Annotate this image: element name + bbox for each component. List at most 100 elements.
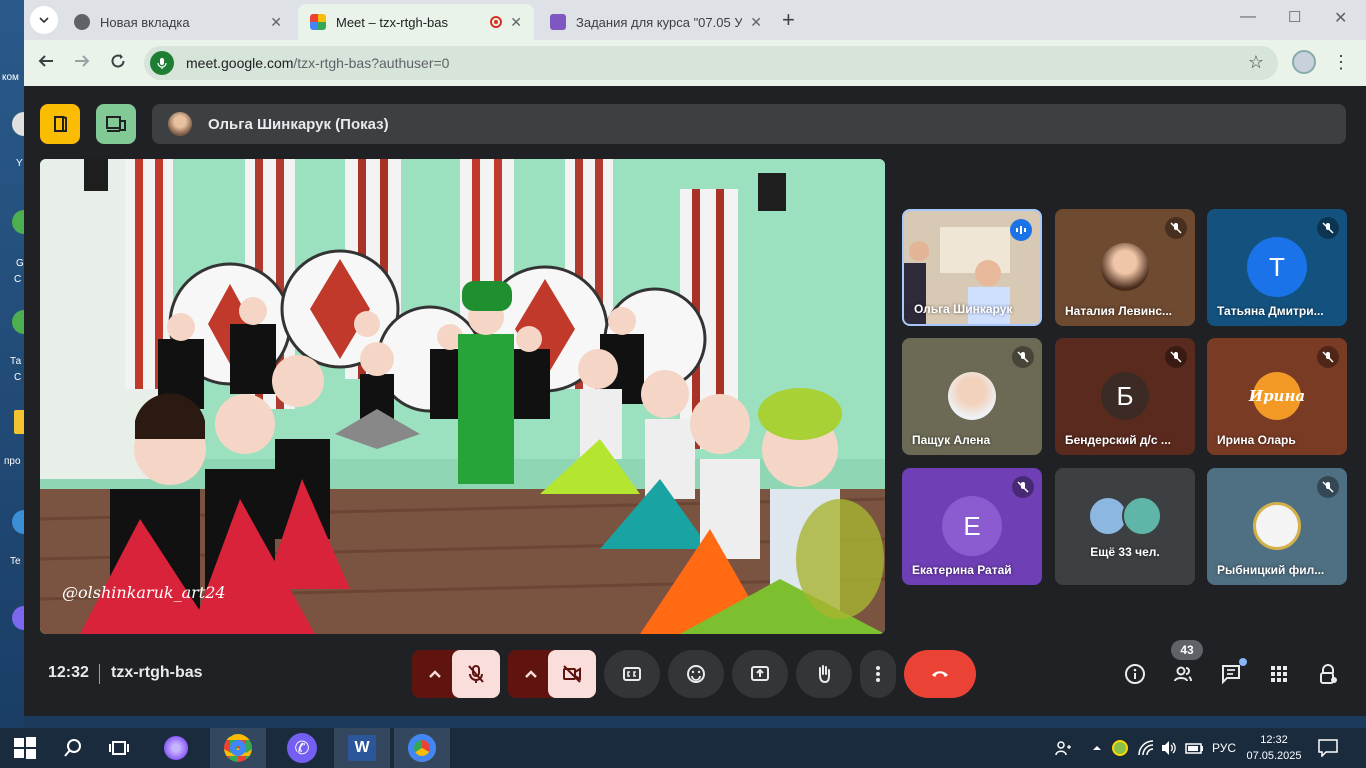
taskbar-word[interactable]: W — [334, 728, 390, 768]
forms-icon — [550, 14, 566, 30]
audio-options-button[interactable] — [420, 650, 450, 698]
participant-tile[interactable]: Б Бендерский д/с ... — [1055, 338, 1195, 455]
mic-off-icon — [1317, 346, 1339, 368]
taskbar-clock[interactable]: 12:32 07.05.2025 — [1244, 732, 1304, 764]
desktop-icon[interactable] — [12, 606, 24, 630]
tab-meet[interactable]: Meet – tzx-rtgh-bas ✕ — [298, 4, 534, 40]
meeting-info-panel-button[interactable] — [40, 104, 80, 144]
input-language[interactable]: РУС — [1212, 728, 1236, 768]
close-icon[interactable]: ✕ — [270, 14, 282, 31]
tab-course[interactable]: Задания для курса "07.05 УМО ✕ — [538, 4, 774, 40]
video-options-button[interactable] — [516, 650, 546, 698]
hand-icon — [819, 665, 830, 684]
desktop-icon[interactable] — [12, 510, 24, 534]
more-options-button[interactable] — [860, 650, 896, 698]
participant-tile[interactable]: Е Екатерина Ратай — [902, 468, 1042, 585]
host-controls-button[interactable] — [1314, 660, 1342, 688]
google-meet-icon — [310, 14, 326, 30]
participant-initial: Е — [942, 496, 1002, 556]
microphone-icon[interactable] — [150, 51, 174, 75]
back-button[interactable] — [38, 52, 54, 74]
camera-toggle-button[interactable] — [548, 650, 596, 698]
minimize-button[interactable]: — — [1240, 8, 1256, 26]
raise-hand-button[interactable] — [796, 650, 852, 698]
presenter-avatar — [168, 112, 192, 136]
tab-new-tab[interactable]: Новая вкладка ✕ — [62, 4, 294, 40]
tray-app-icon[interactable] — [1112, 728, 1128, 768]
desktop-icon[interactable] — [14, 410, 24, 434]
info-icon — [1125, 664, 1145, 684]
forward-button[interactable] — [74, 52, 90, 74]
participant-tile[interactable]: Т Татьяна Дмитри... — [1207, 209, 1347, 326]
chevron-up-icon — [525, 670, 537, 678]
participant-avatar — [1101, 243, 1149, 291]
search-button[interactable] — [54, 728, 92, 768]
participant-name: Татьяна Дмитри... — [1217, 304, 1324, 318]
video-frame-image — [40, 159, 885, 634]
reload-button[interactable] — [110, 52, 126, 74]
participant-tile[interactable]: Ирина Ирина Оларь — [1207, 338, 1347, 455]
desktop-label: Te — [10, 556, 21, 567]
start-button[interactable] — [6, 728, 44, 768]
meeting-time: 12:32 — [48, 664, 89, 681]
present-screen-button[interactable] — [732, 650, 788, 698]
tab-search-button[interactable] — [30, 6, 58, 34]
taskbar-time: 12:32 — [1260, 734, 1288, 746]
unread-dot — [1239, 658, 1247, 666]
show-hidden-icons[interactable] — [1092, 728, 1102, 768]
battery-icon[interactable] — [1185, 728, 1205, 768]
captions-button[interactable] — [604, 650, 660, 698]
participant-avatar — [1122, 496, 1162, 536]
desktop-icon[interactable] — [12, 310, 24, 334]
companion-mode-button[interactable] — [96, 104, 136, 144]
mic-off-icon — [468, 665, 484, 683]
people-tray-icon[interactable] — [1054, 728, 1072, 768]
notifications-icon[interactable] — [1318, 728, 1338, 768]
browser-menu-icon[interactable]: ⋮ — [1332, 52, 1350, 73]
network-icon[interactable] — [1138, 728, 1154, 768]
people-button[interactable] — [1169, 660, 1197, 688]
reactions-button[interactable] — [668, 650, 724, 698]
more-participants-tile[interactable]: Ещё 33 чел. — [1055, 468, 1195, 585]
activities-button[interactable] — [1265, 660, 1293, 688]
chevron-up-icon — [1093, 746, 1101, 750]
mic-toggle-button[interactable] — [452, 650, 500, 698]
participant-initial: Б — [1101, 372, 1149, 420]
new-tab-button[interactable]: + — [782, 8, 795, 32]
profile-avatar[interactable] — [1292, 50, 1316, 74]
address-bar[interactable]: meet.google.com/tzx-rtgh-bas?authuser=0 … — [144, 46, 1278, 80]
close-window-button[interactable]: ✕ — [1334, 8, 1347, 28]
taskbar-chrome-profile[interactable] — [394, 728, 450, 768]
leave-call-button[interactable] — [904, 650, 976, 698]
participant-tile[interactable]: Рыбницкий фил... — [1207, 468, 1347, 585]
shared-video[interactable]: @olshinkaruk_art24 — [40, 159, 885, 634]
participant-avatar-text: Ирина — [1249, 372, 1305, 420]
taskbar-chrome[interactable] — [210, 728, 266, 768]
participant-tile[interactable]: Пащук Алена — [902, 338, 1042, 455]
maximize-button[interactable]: ☐ — [1288, 8, 1301, 26]
participant-tile[interactable]: Ольга Шинкарук — [902, 209, 1042, 326]
desktop-label: C — [14, 372, 22, 383]
recording-icon — [490, 16, 503, 28]
chat-button[interactable] — [1217, 658, 1247, 688]
alice-button[interactable] — [156, 728, 196, 768]
star-icon[interactable]: ☆ — [1248, 52, 1264, 73]
more-vertical-icon — [876, 666, 880, 682]
desktop-label: Y — [16, 158, 23, 169]
windows-taskbar: ✆ W РУС 12:32 07.05.2025 — [0, 728, 1366, 768]
presenter-bar: Ольга Шинкарук (Показ) — [152, 104, 1346, 144]
participant-tile[interactable]: Наталия Левинс... — [1055, 209, 1195, 326]
close-icon[interactable]: ✕ — [510, 14, 522, 31]
close-icon[interactable]: ✕ — [750, 14, 762, 31]
desktop-icon[interactable] — [12, 112, 24, 136]
captions-icon — [623, 667, 641, 681]
mic-off-icon — [1165, 346, 1187, 368]
volume-icon[interactable] — [1160, 728, 1178, 768]
desktop-icon[interactable] — [12, 210, 24, 234]
taskbar-viber[interactable]: ✆ — [274, 728, 330, 768]
participant-name: Наталия Левинс... — [1065, 304, 1172, 318]
meeting-details-button[interactable] — [1121, 660, 1149, 688]
meet-control-bar: 12:32 tzx-rtgh-bas 43 — [24, 640, 1366, 712]
desktop-label: ком — [2, 72, 19, 83]
task-view-button[interactable] — [100, 728, 138, 768]
